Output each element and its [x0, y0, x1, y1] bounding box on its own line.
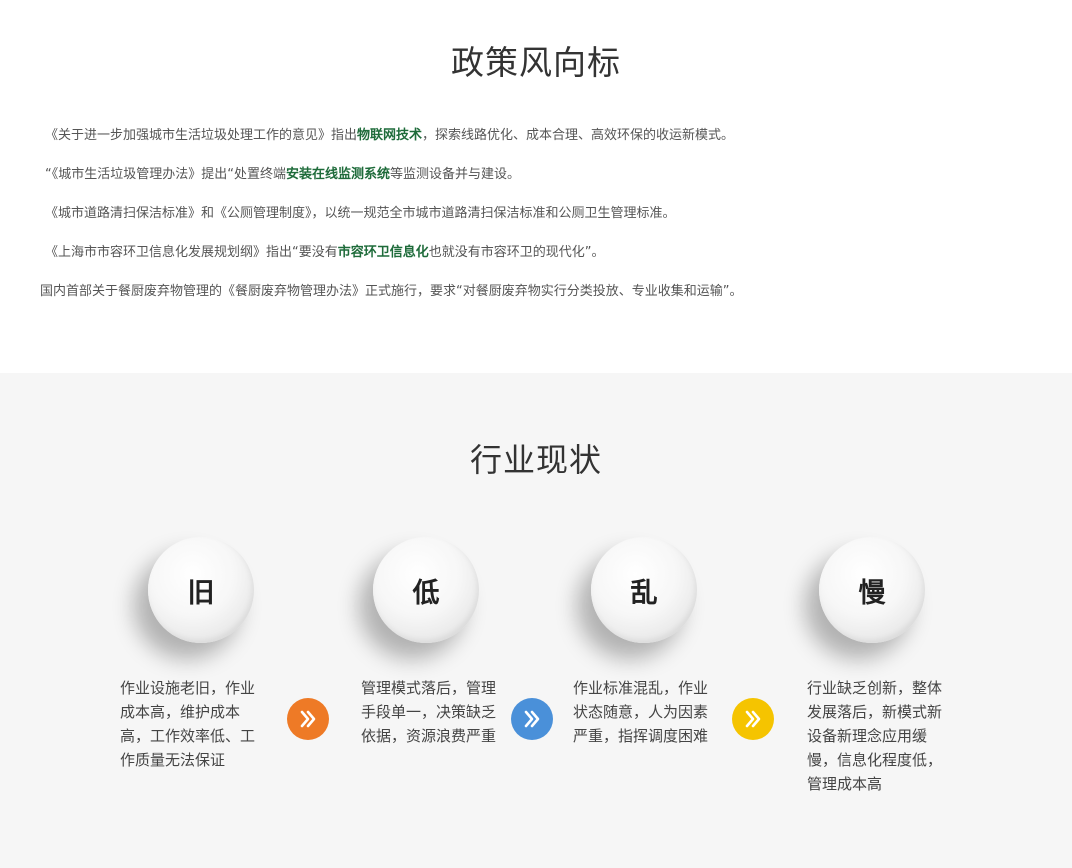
policy-line-1: 《关于进一步加强城市生活垃圾处理工作的意见》指出物联网技术，探索线路优化、成本合… [45, 127, 734, 145]
policy-section: 政策风向标 《关于进一步加强城市生活垃圾处理工作的意见》指出物联网技术，探索线路… [0, 0, 1072, 373]
policy-line-2: “《城市生活垃圾管理办法》提出“处置终端安装在线监测系统等监测设备并与建设。 [45, 166, 520, 184]
arrow-3 [732, 698, 774, 740]
policy-line-4: 《上海市市容环卫信息化发展规划纲》指出“要没有市容环卫信息化也就没有市容环卫的现… [45, 244, 605, 262]
policy-line-highlight: 市容环卫信息化 [337, 245, 429, 260]
status-desc-chaos: 作业标准混乱，作业状态随意，人为因素严重，指挥调度困难 [573, 679, 709, 745]
double-chevron-right-icon [300, 710, 316, 728]
policy-line-text: 也就没有市容环卫的现代化”。 [428, 245, 605, 260]
policy-line-highlight: 安装在线监测系统 [285, 167, 390, 182]
policy-line-5: 国内首部关于餐厨废弃物管理的《餐厨废弃物管理办法》正式施行，要求“对餐厨废弃物实… [40, 283, 742, 301]
double-chevron-right-icon [524, 710, 540, 728]
arrow-1 [287, 698, 329, 740]
status-circle-old: 旧 [148, 537, 254, 643]
industry-title: 行业现状 [469, 441, 602, 479]
double-chevron-right-icon [745, 710, 761, 728]
industry-section: 行业现状 旧 作业设施老旧，作业成本高，维护成本高，工作效率低、工作质量无法保证… [0, 373, 1072, 868]
status-desc-low: 管理模式落后，管理手段单一，决策缺乏依据，资源浪费严重 [361, 679, 497, 745]
policy-line-text: “《城市生活垃圾管理办法》提出“处置终端 [45, 167, 286, 182]
policy-title: 政策风向标 [451, 43, 621, 82]
policy-line-text: ，探索线路优化、成本合理、高效环保的收运新模式。 [422, 128, 735, 143]
policy-line-text: 《上海市市容环卫信息化发展规划纲》指出“要没有 [45, 245, 338, 260]
status-circle-low: 低 [373, 537, 479, 643]
policy-line-text: 等监测设备并与建设。 [390, 167, 521, 182]
arrow-2 [511, 698, 553, 740]
status-desc-slow: 行业缺乏创新，整体发展落后，新模式新设备新理念应用缓慢，信息化程度低，管理成本高 [807, 679, 943, 793]
policy-line-3: 《城市道路清扫保洁标准》和《公厕管理制度》，以统一规范全市城市道路清扫保洁标准和… [45, 205, 676, 223]
policy-line-highlight: 物联网技术 [357, 128, 423, 143]
status-circle-chaos: 乱 [591, 537, 697, 643]
status-circle-slow: 慢 [819, 537, 925, 643]
policy-line-text: 国内首部关于餐厨废弃物管理的《餐厨废弃物管理办法》正式施行，要求“对餐厨废弃物实… [40, 284, 743, 299]
policy-line-text: 《关于进一步加强城市生活垃圾处理工作的意见》指出 [45, 128, 358, 143]
policy-line-text: 《城市道路清扫保洁标准》和《公厕管理制度》，以统一规范全市城市道路清扫保洁标准和… [45, 206, 676, 221]
status-desc-old: 作业设施老旧，作业成本高，维护成本高，工作效率低、工作质量无法保证 [120, 679, 256, 769]
